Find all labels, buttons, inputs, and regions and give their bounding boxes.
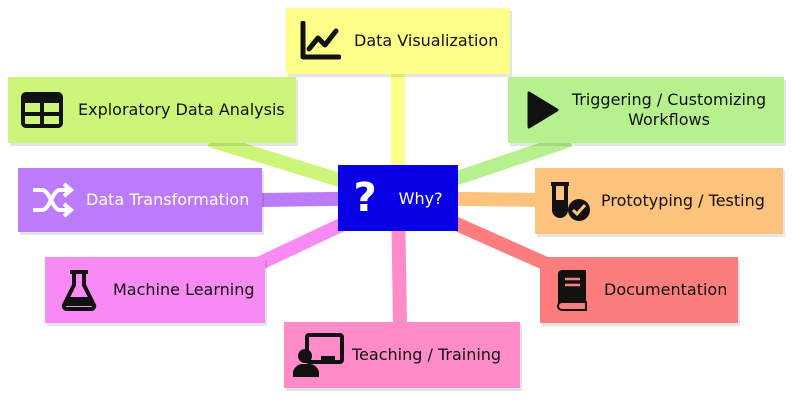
node-prototyping-testing: Prototyping / Testing	[535, 168, 783, 234]
node-triggering-customizing-workflows: Triggering / Customizing Workflows	[508, 77, 784, 143]
table-icon	[20, 88, 64, 132]
play-icon	[522, 88, 562, 132]
center-label: Why?	[398, 188, 443, 208]
node-exploratory-data-analysis: Exploratory Data Analysis	[8, 77, 296, 143]
question-mark-icon: ?	[353, 175, 377, 221]
line-chart-icon	[298, 19, 342, 63]
node-label: Teaching / Training	[352, 345, 502, 364]
shuffle-icon	[30, 180, 74, 220]
node-label: Exploratory Data Analysis	[78, 100, 285, 119]
test-tube-check-icon	[545, 179, 593, 223]
node-label: Data Visualization	[354, 31, 499, 50]
book-icon	[552, 268, 592, 312]
node-label: Documentation	[604, 280, 728, 299]
node-teaching-training: Teaching / Training	[284, 322, 520, 388]
node-label: Machine Learning	[113, 280, 255, 299]
node-label: Data Transformation	[86, 190, 250, 209]
flask-icon	[57, 268, 101, 312]
mind-map: Data Visualization Exploratory Data Anal…	[0, 0, 800, 403]
node-documentation: Documentation	[540, 257, 738, 323]
presenter-icon	[290, 331, 346, 379]
node-label: Triggering / Customizing Workflows	[571, 90, 767, 129]
node-machine-learning: Machine Learning	[45, 257, 265, 323]
node-data-transformation: Data Transformation	[18, 168, 262, 232]
center-node-why: ? Why?	[338, 165, 458, 231]
node-data-visualization: Data Visualization	[286, 8, 510, 74]
node-label: Prototyping / Testing	[601, 191, 765, 210]
